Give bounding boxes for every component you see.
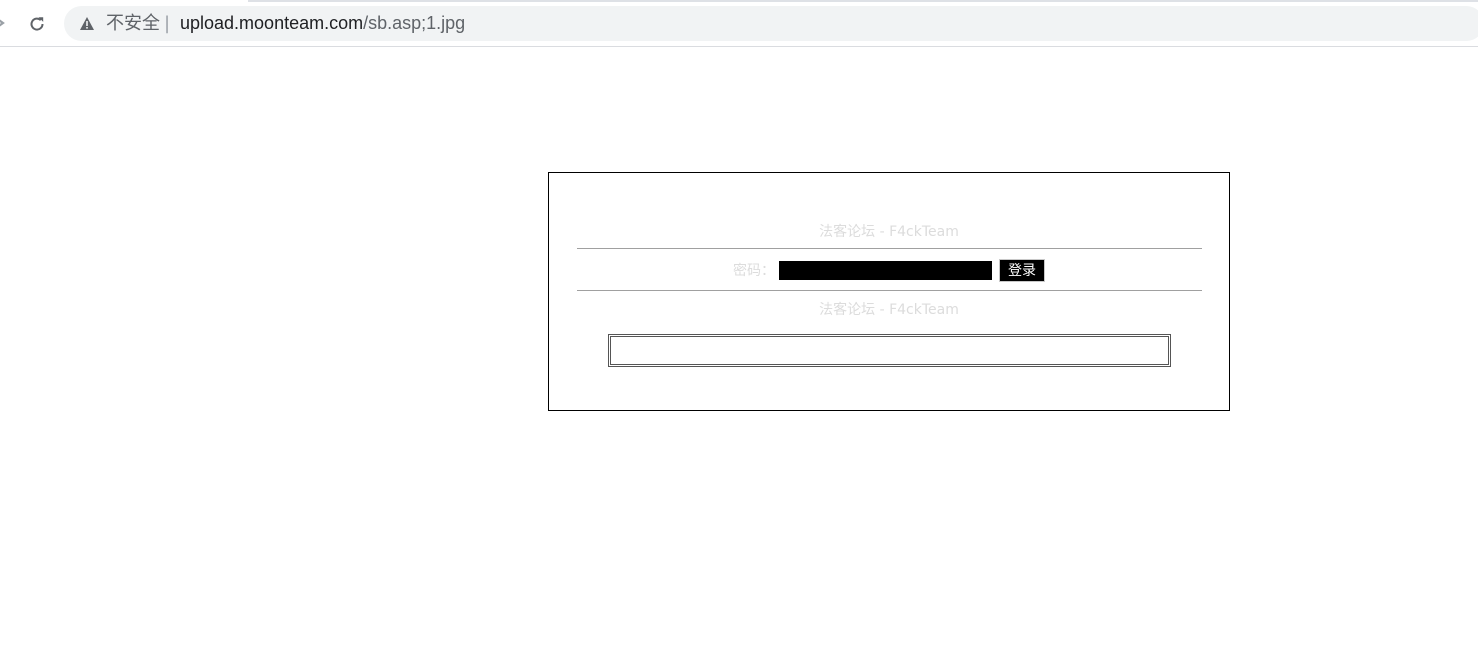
- password-label: 密码：: [733, 263, 775, 279]
- forward-arrow-icon[interactable]: [0, 14, 8, 32]
- url-text[interactable]: upload.moonteam.com/sb.asp;1.jpg: [180, 13, 465, 34]
- not-secure-warning-icon[interactable]: [79, 16, 95, 31]
- login-panel: 法客论坛 - F4ckTeam 密码： 登录 法客论坛 - F4ckTeam: [548, 172, 1230, 411]
- address-bar[interactable]: 不安全 | upload.moonteam.com/sb.asp;1.jpg: [64, 6, 1478, 41]
- bottom-divider: [577, 290, 1202, 291]
- browser-toolbar: 不安全 | upload.moonteam.com/sb.asp;1.jpg: [0, 0, 1478, 47]
- reload-button[interactable]: [24, 11, 50, 37]
- content-text-field[interactable]: [608, 334, 1171, 367]
- forum-title: 法客论坛 - F4ckTeam: [819, 224, 959, 240]
- password-input[interactable]: [779, 261, 992, 280]
- security-separator: |: [164, 13, 171, 34]
- tab-strip-edge: [248, 0, 1478, 2]
- url-path: /sb.asp;1.jpg: [363, 13, 466, 33]
- login-button[interactable]: 登录: [999, 259, 1045, 282]
- url-host: upload.moonteam.com: [180, 13, 364, 33]
- top-divider: [577, 248, 1202, 249]
- forum-footer-title: 法客论坛 - F4ckTeam: [819, 302, 959, 318]
- reload-icon: [30, 17, 44, 31]
- security-status-label[interactable]: 不安全: [106, 13, 160, 34]
